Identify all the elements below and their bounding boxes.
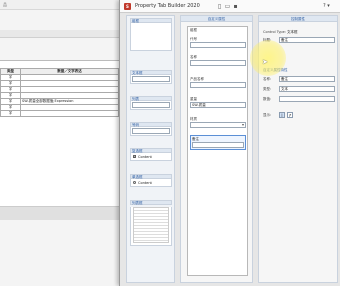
name-label: 名称: — [263, 76, 272, 81]
display-label: 显示: — [263, 112, 272, 117]
background-label: 品 — [3, 2, 7, 7]
title-bar: S Property Tab Builder 2020 ▯ ▭ ▪ ? ▾ — [120, 0, 340, 13]
control-type-row: Control Type: 文本框 — [263, 29, 335, 35]
value-label: 数值: — [263, 96, 272, 101]
radio-preview: Content — [130, 179, 172, 187]
palette-number[interactable]: 号码 — [130, 122, 172, 136]
mouse-cursor-icon: ➤ — [262, 58, 268, 66]
text-mode-icon[interactable]: I — [279, 112, 285, 118]
form-header: 自定义属性 — [181, 16, 252, 22]
field-name[interactable]: 名称 — [190, 55, 246, 66]
field-weight[interactable]: 重量 SW-质量 — [190, 97, 246, 108]
type-dropdown[interactable]: 文本 — [279, 86, 335, 92]
number-preview — [130, 127, 172, 136]
field-groupbox[interactable]: 组框 — [190, 28, 246, 33]
display-options: I ↱ — [279, 112, 293, 118]
weight-input[interactable]: SW-质量 — [190, 102, 246, 108]
new-file-icon[interactable]: ▯ — [216, 3, 223, 10]
value-row: 数值: — [263, 96, 335, 102]
field-material[interactable]: 材质 — [190, 117, 246, 128]
textbox-preview — [130, 75, 172, 84]
palette-listbox[interactable]: 列表框 — [130, 200, 172, 246]
properties-header: 控制属性 — [259, 16, 337, 22]
background-footer — [0, 206, 120, 220]
control-type-label: Control Type: — [263, 30, 286, 34]
name-row: 名称: 备注 — [263, 76, 335, 82]
palette-list[interactable]: 列表 — [130, 96, 172, 110]
save-icon[interactable]: ▪ — [232, 3, 239, 10]
remark-input[interactable] — [192, 142, 244, 148]
table-cell[interactable] — [20, 110, 119, 117]
display-row: 显示: — [263, 112, 335, 118]
group-box-preview — [130, 23, 172, 51]
help-menu[interactable]: ? ▾ — [323, 3, 330, 9]
palette-textbox[interactable]: 文本框 — [130, 70, 172, 84]
background-ribbon — [0, 30, 120, 38]
list-preview — [130, 101, 172, 110]
code-input[interactable] — [190, 42, 246, 48]
palette-radio[interactable]: 单选框 Content — [130, 174, 172, 187]
palette-group-title: 列表框 — [130, 200, 172, 205]
control-palette: 组框 文本框 列表 号码 复选框 Content 单选框 Content — [126, 15, 175, 283]
name-input[interactable] — [190, 60, 246, 66]
background-toolbar: 品 — [0, 0, 120, 10]
sw-logo-icon: S — [124, 3, 131, 10]
field-label: 组框 — [190, 28, 197, 32]
checkbox-checked-icon — [133, 154, 136, 159]
radio-label: Content — [138, 180, 152, 185]
form-designer: 自定义属性 组框 代号 名称 产品名称 重量 SW-质量 材质 ▾ 备注 — [180, 15, 253, 283]
palette-group-box[interactable]: 组框 — [130, 18, 172, 51]
value-input[interactable] — [279, 96, 335, 102]
type-row: 类型: 文本 — [263, 86, 335, 92]
material-dropdown[interactable] — [190, 122, 246, 128]
field-product-name[interactable]: 产品名称 — [190, 77, 246, 88]
form-canvas[interactable]: 组框 代号 名称 产品名称 重量 SW-质量 材质 ▾ 备注 — [187, 26, 248, 276]
checkbox-preview: Content — [130, 153, 172, 161]
field-code[interactable]: 代号 — [190, 37, 246, 48]
field-remark[interactable]: 备注 — [190, 135, 246, 150]
window-title: Property Tab Builder 2020 — [135, 3, 200, 9]
property-tab-builder-window: S Property Tab Builder 2020 ▯ ▭ ▪ ? ▾ 组框… — [119, 0, 340, 286]
caption-input[interactable]: 备注 — [279, 37, 335, 43]
listbox-preview — [130, 207, 172, 246]
control-type-value: 文本框 — [287, 29, 298, 34]
radio-icon — [133, 181, 136, 184]
type-label: 类型: — [263, 86, 272, 91]
name-input[interactable]: 备注 — [279, 76, 335, 82]
product-name-input[interactable] — [190, 82, 246, 88]
open-folder-icon[interactable]: ▭ — [224, 3, 231, 10]
palette-checkbox[interactable]: 复选框 Content — [130, 148, 172, 161]
cursor-highlight — [250, 40, 286, 76]
background-table: 类型 数据／文字表达 字 字 字 字 字 SW-质量全部数据值;Expressio… — [0, 68, 119, 117]
table-cell[interactable]: 字 — [0, 110, 21, 117]
table-row[interactable]: 字 — [0, 110, 119, 117]
link-mode-icon[interactable]: ↱ — [287, 112, 293, 118]
checkbox-label: Content — [138, 154, 152, 159]
